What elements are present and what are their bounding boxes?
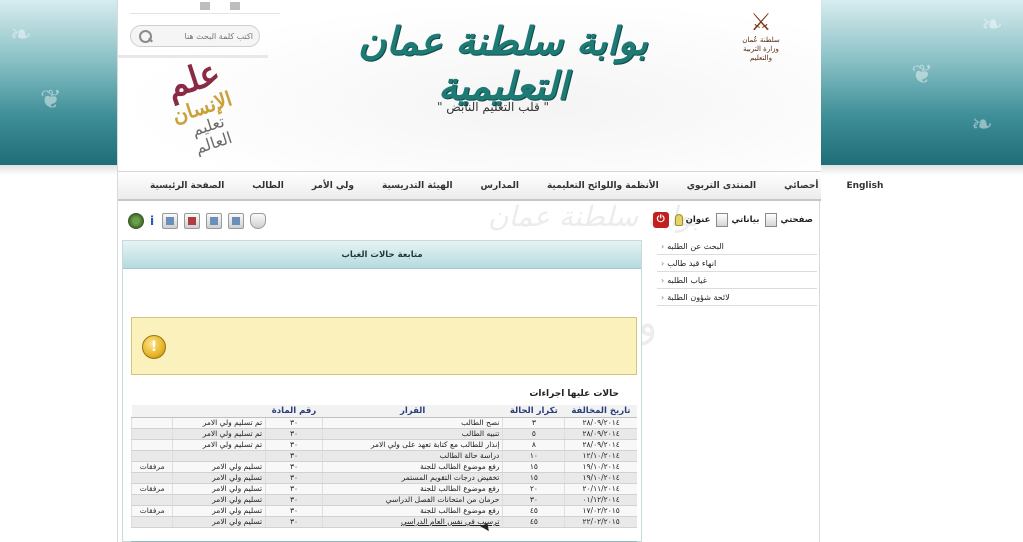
profile-icon [716, 213, 729, 227]
table-row: ٢٨/٠٩/٢٠١٤ ٣ نصح الطالب ٣٠ تم تسليم ولي … [130, 417, 637, 429]
attachments-link[interactable]: مرفقات [130, 483, 173, 495]
search-box[interactable] [130, 25, 260, 47]
chevron-left-icon: ‹ [661, 292, 665, 302]
toolbar-my-page[interactable]: صفحتي [765, 213, 813, 227]
table-row: ٢٠/١١/٢٠١٤ ٢٠ رفع موضوع الطالب للجنة ٣٠ … [130, 483, 637, 495]
warning-icon: ! [142, 335, 166, 359]
portal-page: علم الإنسان تعليم العالم بوابة سلطنة عما… [117, 0, 883, 542]
decorative-calligraphy: ❧ [10, 20, 32, 50]
col-header-attachments [131, 405, 173, 418]
search-input[interactable] [153, 31, 253, 41]
site-header: علم الإنسان تعليم العالم بوابة سلطنة عما… [118, 0, 821, 175]
settings-gear-icon[interactable] [128, 213, 144, 229]
table-row: ٢٨/٠٩/٢٠١٤ ٨ إنذار للطالب مع كتابة تعهد … [130, 439, 637, 451]
col-header-decision[interactable]: القرار [322, 405, 503, 418]
page-icon [765, 213, 778, 227]
khanjar-emblem-icon: ⚔ [750, 8, 772, 36]
left-header-banner: ❧ ❦ [0, 0, 117, 165]
side-menu-student-absence[interactable]: ‹ غياب الطلبه [657, 272, 817, 289]
bulb-icon [674, 214, 683, 226]
nav-statistics[interactable]: أحصائي [770, 181, 832, 191]
col-header-action [172, 405, 266, 418]
right-header-banner: ❧ ❦ ❧ [820, 0, 1023, 165]
table-row: ١٩/١٠/٢٠١٤ ١٥ تخفيض درجات التقويم المستم… [130, 472, 637, 484]
decorative-calligraphy: ❦ [911, 60, 933, 90]
warning-message-box: ! [131, 317, 637, 375]
nav-student[interactable]: الطالب [238, 181, 298, 191]
nav-teaching-staff[interactable]: الهيئة التدريسية [368, 181, 467, 191]
chevron-left-icon: ‹ [661, 275, 665, 285]
main-navigation: الصفحة الرئيسية الطالب ولي الأمر الهيئة … [118, 171, 883, 201]
table-row: ١٧/٠٢/٢٠١٥ ٤٥ رفع موضوع الطالب للجنة ٣٠ … [130, 505, 637, 517]
col-header-repeat[interactable]: تكرار الحالة [502, 405, 565, 418]
table-header-row: تاريخ المخالفة تكرار الحالة القرار رقم ا… [131, 405, 637, 418]
table-row: ١٩/١٠/٢٠١٤ ١٥ رفع موضوع الطالب للجنة ٣٠ … [130, 461, 637, 473]
decision-link[interactable]: ترسيب في نفس العام الدراسي [321, 516, 503, 528]
utility-toolbar: i [128, 213, 266, 229]
nav-parent[interactable]: ولي الأمر [298, 181, 368, 191]
calendar-icon[interactable] [184, 213, 200, 229]
decorative-calligraphy: ❦ [40, 85, 62, 115]
security-shield-icon[interactable] [250, 213, 266, 229]
toolbar-my-data[interactable]: بياناتي [716, 213, 759, 227]
attachments-link[interactable]: مرفقات [130, 461, 173, 473]
search-records-icon[interactable] [206, 213, 222, 229]
nav-forum[interactable]: المنتدى التربوي [673, 181, 770, 191]
chevron-left-icon: ‹ [661, 241, 665, 251]
top-utility-strip [130, 0, 280, 14]
panel-title: متابعة حالات الغياب [123, 241, 641, 269]
site-slogan: " قلب التعليم النابض " [436, 100, 550, 114]
student-side-menu: ‹ البحث عن الطلبه ‹ انهاء قيد طالب ‹ غيا… [657, 238, 817, 306]
side-menu-student-search[interactable]: ‹ البحث عن الطلبه [657, 238, 817, 255]
site-title: بوابة سلطنة عمان التعليمية [358, 18, 648, 108]
info-icon[interactable]: i [150, 213, 156, 229]
table-row: ٢٢/٠٢/٢٠١٥ ٤٥ ترسيب في نفس العام الدراسي… [130, 516, 637, 528]
actions-table: تاريخ المخالفة تكرار الحالة القرار رقم ا… [130, 405, 637, 528]
section-title: حالات عليها اجراءات [529, 389, 619, 399]
side-menu-student-affairs-regulations[interactable]: ‹ لائحة شؤون الطلبة [657, 289, 817, 306]
toolbar-address[interactable]: عنوان [674, 214, 710, 226]
logout-power-icon[interactable]: ⏻ [652, 212, 669, 228]
account-toolbar: ⏻ عنوان بياناتي صفحتي [652, 212, 813, 228]
side-menu-end-enrollment[interactable]: ‹ انهاء قيد طالب [657, 255, 817, 272]
table-row: ١٢/١٠/٢٠١٤ ١٠ دراسة حالة الطالب ٣٠ [130, 450, 637, 462]
absence-followup-panel: متابعة حالات الغياب ! حالات عليها اجراءا… [122, 240, 642, 542]
search-icon[interactable] [137, 28, 153, 44]
nav-regulations[interactable]: الأنظمة واللوائح التعليمية [533, 181, 673, 191]
table-row: ٢٨/٠٩/٢٠١٤ ٥ تنبيه الطالب ٣٠ تم تسليم ول… [130, 428, 637, 440]
nav-english[interactable]: English [832, 181, 897, 191]
documents-icon[interactable] [228, 213, 244, 229]
col-header-date[interactable]: تاريخ المخالفة [564, 405, 637, 418]
col-header-article[interactable]: رقم المادة [265, 405, 323, 418]
oman-emblem: ⚔ سلطنة عُمان وزارة التربية والتعليم [731, 8, 791, 70]
attachments-link[interactable]: مرفقات [130, 505, 173, 517]
decorative-calligraphy: ❧ [971, 110, 993, 140]
chevron-left-icon: ‹ [661, 258, 665, 268]
decorative-calligraphy: ❧ [981, 10, 1003, 40]
nav-home[interactable]: الصفحة الرئيسية [136, 181, 238, 191]
nav-schools[interactable]: المدارس [467, 181, 533, 191]
report-icon[interactable] [162, 213, 178, 229]
table-row: ٠١/١٢/٢٠١٤ ٣٠ حرمان من امتحانات الفصل ال… [130, 494, 637, 506]
